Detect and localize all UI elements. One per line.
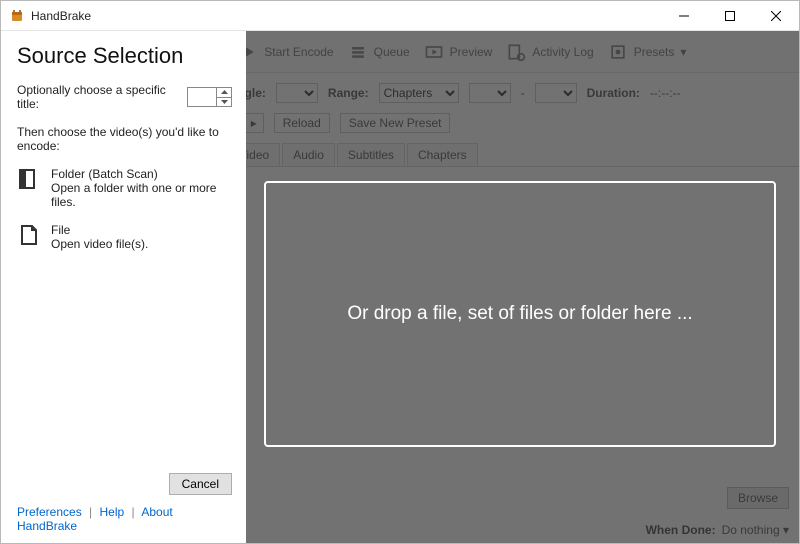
folder-option[interactable]: Folder (Batch Scan) Open a folder with o… xyxy=(17,167,232,209)
optional-title-row: Optionally choose a specific title: xyxy=(17,83,232,111)
app-title: HandBrake xyxy=(31,9,91,23)
window-minimize-button[interactable] xyxy=(661,1,707,31)
folder-icon xyxy=(17,167,41,194)
preferences-link[interactable]: Preferences xyxy=(17,505,82,519)
file-option[interactable]: File Open video file(s). xyxy=(17,223,232,251)
app-icon xyxy=(9,8,25,24)
help-link[interactable]: Help xyxy=(100,505,125,519)
optional-title-label: Optionally choose a specific title: xyxy=(17,83,179,111)
folder-subtitle: Open a folder with one or more files. xyxy=(51,181,232,209)
panel-links: Preferences | Help | About HandBrake xyxy=(17,505,232,533)
panel-heading: Source Selection xyxy=(17,43,232,69)
spinner-down-button[interactable] xyxy=(217,98,231,107)
file-icon xyxy=(17,223,41,250)
link-separator: | xyxy=(89,505,92,519)
spinner-up-button[interactable] xyxy=(217,88,231,98)
cancel-button[interactable]: Cancel xyxy=(169,473,232,495)
drop-zone[interactable]: Or drop a file, set of files or folder h… xyxy=(264,181,776,447)
window-close-button[interactable] xyxy=(753,1,799,31)
title-spinner-input[interactable] xyxy=(188,88,216,106)
folder-title: Folder (Batch Scan) xyxy=(51,167,232,181)
title-spinner[interactable] xyxy=(187,87,232,107)
source-selection-panel: Source Selection Optionally choose a spe… xyxy=(1,31,246,543)
choose-label: Then choose the video(s) you'd like to e… xyxy=(17,125,232,153)
titlebar: HandBrake xyxy=(1,1,799,31)
file-subtitle: Open video file(s). xyxy=(51,237,148,251)
file-title: File xyxy=(51,223,148,237)
link-separator: | xyxy=(132,505,135,519)
drop-zone-text: Or drop a file, set of files or folder h… xyxy=(347,303,692,325)
window-maximize-button[interactable] xyxy=(707,1,753,31)
